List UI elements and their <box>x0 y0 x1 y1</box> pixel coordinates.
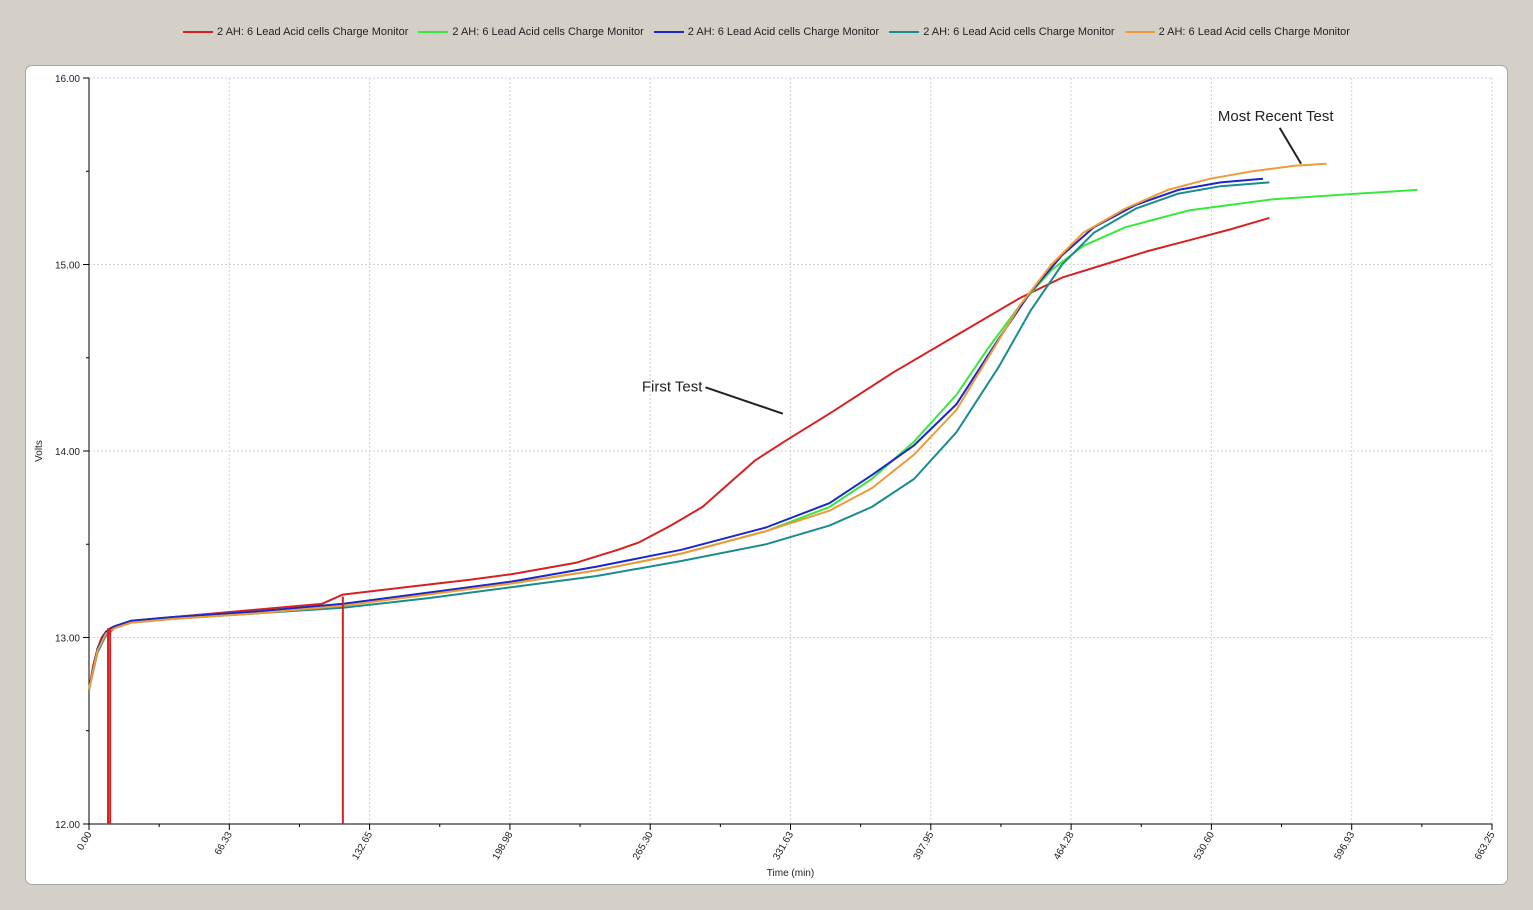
legend-item: 2 AH: 6 Lead Acid cells Charge Monitor <box>653 22 880 42</box>
legend-swatch <box>653 31 684 33</box>
x-tick-label: 331.63 <box>771 830 796 862</box>
annotation-label: Most Recent Test <box>1218 108 1334 125</box>
x-tick-label: 663.25 <box>1473 830 1498 862</box>
x-tick-label: 66.33 <box>213 830 235 858</box>
y-axis-title: Volts <box>34 440 45 462</box>
annotation-pointer <box>1278 127 1302 165</box>
series-line-1 <box>88 216 1270 690</box>
chart-panel: 0.00 66.33 132.65 198.98 265.30 331.63 397.95 4… <box>25 65 1508 885</box>
legend-item: 2 AH: 6 Lead Acid cells Charge Monitor <box>183 22 408 42</box>
legend-swatch <box>418 31 449 33</box>
legend-item: 2 AH: 6 Lead Acid cells Charge Monitor <box>1124 22 1350 42</box>
y-tick-label: 12.00 <box>55 820 80 831</box>
x-tick-label: 596.93 <box>1332 830 1357 862</box>
x-tick-label: 265.30 <box>631 830 656 862</box>
legend: 2 AH: 6 Lead Acid cells Charge Monitor 2 … <box>0 22 1533 42</box>
legend-swatch <box>183 31 214 33</box>
legend-swatch <box>889 31 920 33</box>
legend-label: 2 AH: 6 Lead Acid cells Charge Monitor <box>452 26 644 38</box>
legend-label: 2 AH: 6 Lead Acid cells Charge Monitor <box>687 26 880 38</box>
annotation-label: First Test <box>642 378 703 395</box>
x-axis-title: Time (min) <box>767 868 814 879</box>
annotation-pointer <box>705 386 784 415</box>
x-tick-label: 464.28 <box>1052 830 1077 862</box>
legend-label: 2 AH: 6 Lead Acid cells Charge Monitor <box>1158 26 1350 38</box>
x-tick-label: 397.95 <box>912 830 937 862</box>
y-tick-label: 13.00 <box>55 634 80 645</box>
line-chart: 0.00 66.33 132.65 198.98 265.30 331.63 397.95 4… <box>34 74 1498 879</box>
x-tick-label: 132.65 <box>350 830 375 862</box>
y-tick-label: 15.00 <box>55 261 80 272</box>
legend-item: 2 AH: 6 Lead Acid cells Charge Monitor <box>418 22 644 42</box>
legend-label: 2 AH: 6 Lead Acid cells Charge Monitor <box>923 26 1115 38</box>
x-tick-label: 198.98 <box>491 830 516 862</box>
x-tick-label: 530.60 <box>1192 830 1217 862</box>
y-tick-label: 16.00 <box>55 74 80 85</box>
legend-swatch <box>1124 31 1155 33</box>
legend-label: 2 AH: 6 Lead Acid cells Charge Monitor <box>217 26 409 38</box>
legend-item: 2 AH: 6 Lead Acid cells Charge Monitor <box>889 22 1115 42</box>
x-tick-label: 0.00 <box>75 830 94 853</box>
y-tick-label: 14.00 <box>55 447 80 458</box>
